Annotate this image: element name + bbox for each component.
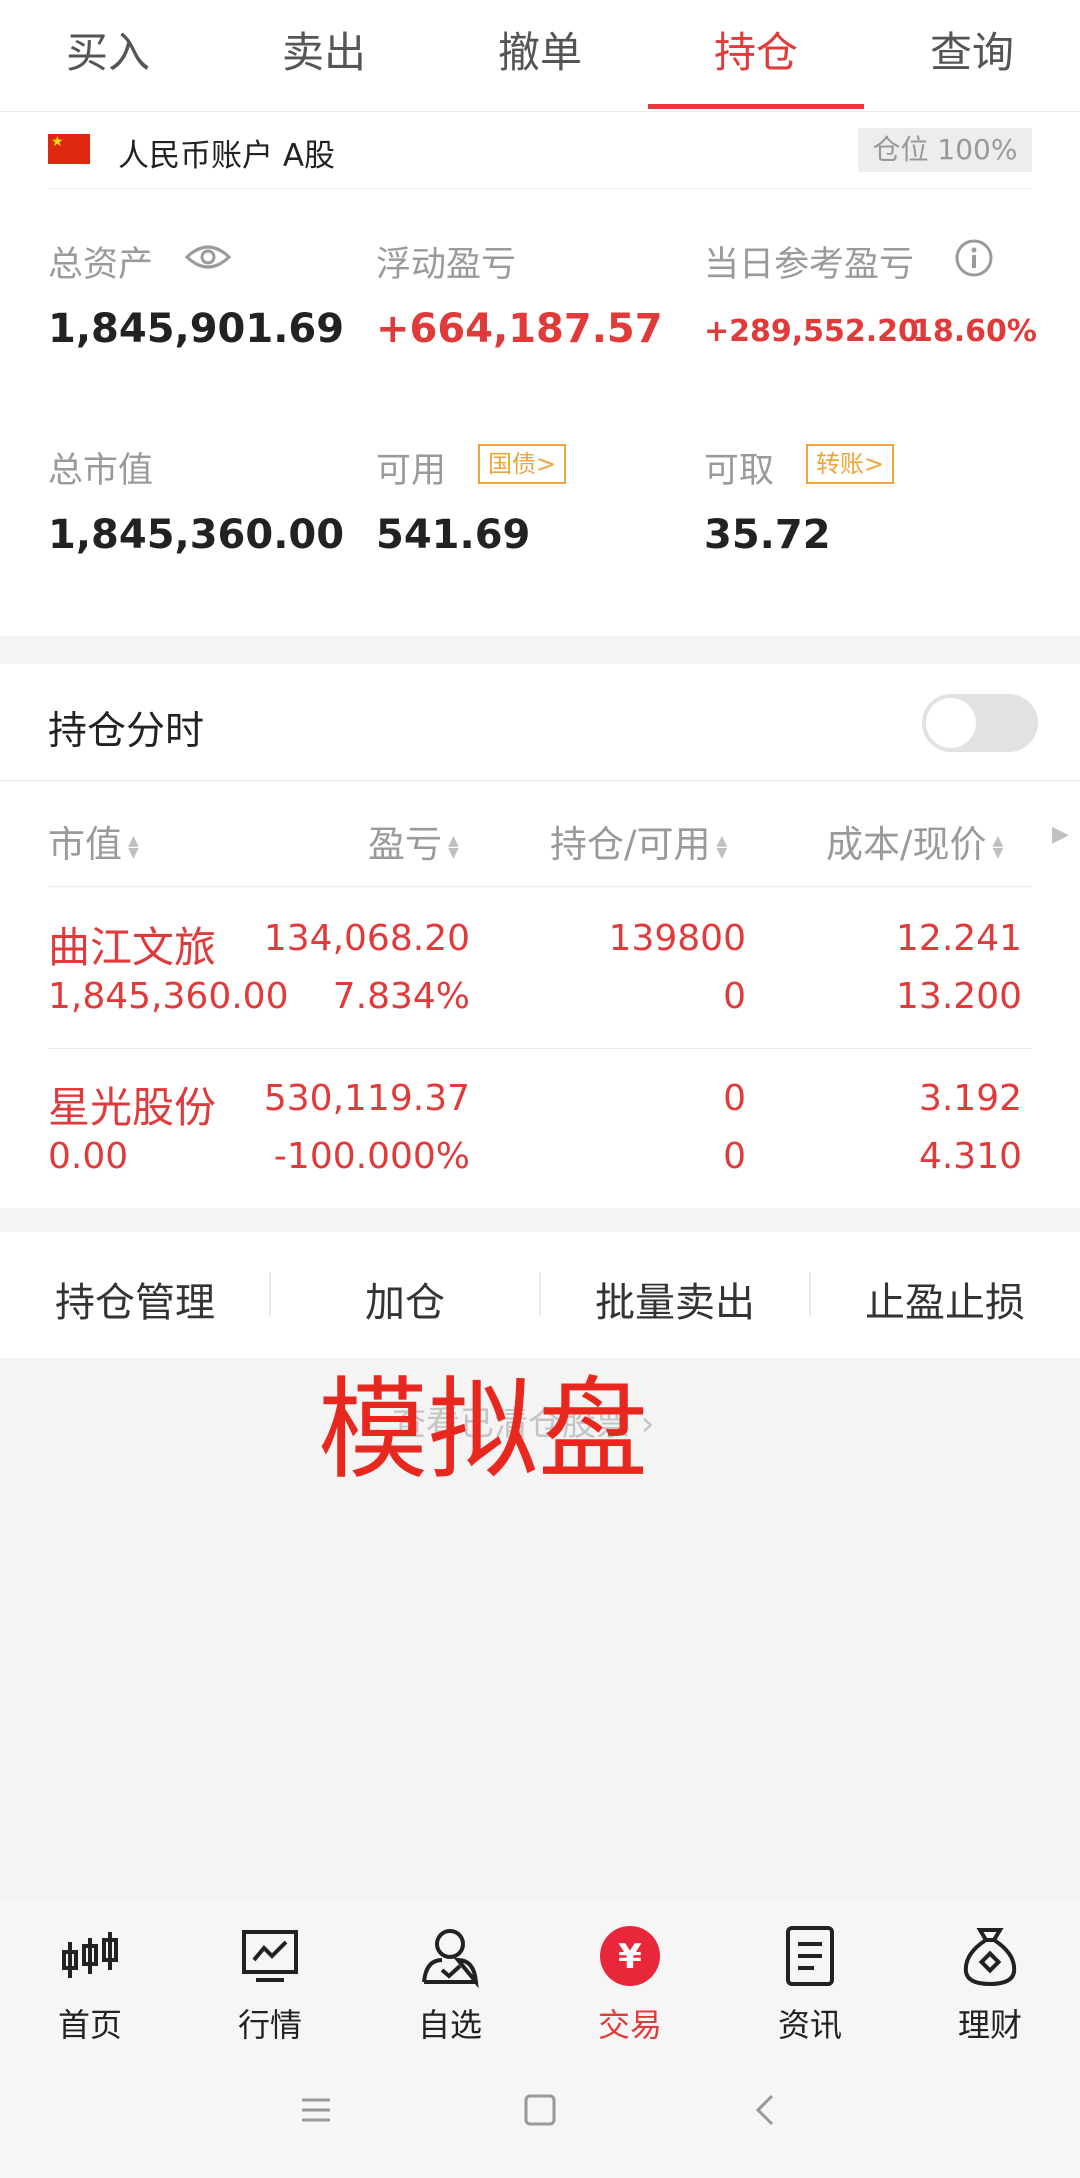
sort-icon: ▲ ▼	[128, 832, 139, 861]
take-profit-stop-loss-button[interactable]: 止盈止损	[810, 1270, 1080, 1328]
cost-price: 12.241	[896, 918, 1022, 959]
tab-sell[interactable]: 卖出	[216, 0, 432, 108]
pl-percent: 7.834%	[332, 976, 470, 1017]
holding-qty: 139800	[608, 918, 746, 959]
account-name[interactable]: 人民币账户 A股	[118, 130, 335, 175]
scroll-right-icon[interactable]: ▶	[1052, 822, 1069, 847]
column-header-pl[interactable]: 盈亏 ▲ ▼	[368, 814, 459, 868]
add-position-button[interactable]: 加仓	[270, 1270, 540, 1328]
sort-icon: ▲ ▼	[992, 832, 1004, 861]
stock-name: 星光股份	[48, 1083, 217, 1132]
available-value: 541.69	[376, 512, 531, 558]
pl-amount: 134,068.20	[263, 918, 470, 959]
divider	[48, 188, 1032, 189]
divider	[0, 780, 1080, 781]
svg-text:¥: ¥	[618, 1937, 642, 1977]
home-square-icon[interactable]	[520, 2090, 560, 2130]
current-price: 4.310	[918, 1136, 1022, 1177]
active-tab-indicator	[648, 104, 864, 109]
column-header-holding[interactable]: 持仓/可用 ▲ ▼	[550, 814, 727, 868]
nav-market-label: 行情	[237, 2006, 302, 2044]
position-ratio-badge: 仓位 100%	[858, 128, 1032, 172]
nav-watchlist[interactable]	[360, 1924, 540, 1992]
sort-icon: ▲ ▼	[448, 832, 459, 861]
floating-pl-label: 浮动盈亏	[376, 245, 517, 285]
tab-buy[interactable]: 买入	[0, 0, 216, 108]
available-qty: 0	[723, 976, 746, 1017]
tab-cancel-order[interactable]: 撤单	[432, 0, 648, 108]
china-flag-icon: ★	[48, 134, 90, 164]
daily-pl-percent: 18.60%	[912, 314, 1037, 349]
withdrawable-value: 35.72	[704, 512, 831, 558]
document-icon	[786, 1926, 834, 1986]
watermark-text: 模拟盘	[318, 1366, 648, 1494]
money-bag-icon	[963, 1928, 1017, 1987]
position-management-button[interactable]: 持仓管理	[0, 1270, 270, 1328]
divider	[48, 1048, 1032, 1049]
total-assets-value: 1,845,901.69	[48, 306, 345, 352]
floating-pl-value: +664,187.57	[376, 306, 663, 352]
market-value: 0.00	[48, 1136, 129, 1177]
eye-icon[interactable]	[184, 240, 232, 274]
tab-query[interactable]: 查询	[864, 0, 1080, 108]
nav-trade-label: 交易	[597, 2006, 662, 2044]
holding-qty: 0	[723, 1078, 746, 1119]
divider	[48, 886, 1032, 887]
menu-icon[interactable]	[296, 2090, 336, 2130]
pl-percent: -100.000%	[273, 1136, 470, 1177]
nav-home-label: 首页	[57, 2006, 122, 2044]
position-intraday-toggle[interactable]	[922, 694, 1038, 752]
withdrawable-label: 可取	[704, 451, 775, 491]
total-assets-label: 总资产	[48, 245, 154, 285]
nav-news-label: 资讯	[777, 2006, 842, 2044]
yuan-coin-icon: ¥	[600, 1926, 660, 1986]
toggle-knob	[926, 698, 976, 748]
stock-name: 曲江文旅	[48, 923, 217, 972]
market-value-label: 总市值	[48, 451, 154, 491]
position-intraday-label: 持仓分时	[48, 709, 205, 754]
candlestick-icon	[62, 1932, 118, 1978]
nav-wealth[interactable]	[900, 1924, 1080, 1992]
nav-news[interactable]	[720, 1924, 900, 1992]
column-header-cost-price[interactable]: 成本/现价 ▲ ▼	[826, 814, 1003, 868]
tab-positions[interactable]: 持仓	[648, 0, 864, 108]
nav-market[interactable]	[180, 1924, 360, 1992]
cost-price: 3.192	[918, 1078, 1022, 1119]
nav-trade[interactable]: ¥	[540, 1924, 720, 1992]
pl-amount: 530,119.37	[263, 1078, 470, 1119]
available-qty: 0	[723, 1136, 746, 1177]
user-check-icon	[422, 1929, 479, 1989]
market-value-value: 1,845,360.00	[48, 512, 345, 558]
batch-sell-button[interactable]: 批量卖出	[540, 1270, 810, 1328]
trend-chart-icon	[242, 1930, 298, 1982]
treasury-bond-tag[interactable]: 国债>	[478, 444, 567, 484]
top-tab-bar: 买入 卖出 撤单 持仓 查询	[0, 0, 1080, 112]
nav-wealth-label: 理财	[957, 2006, 1022, 2044]
daily-pl-label: 当日参考盈亏	[704, 245, 915, 285]
daily-pl-value: +289,552.20	[704, 314, 919, 349]
transfer-tag[interactable]: 转账>	[806, 444, 895, 484]
nav-home[interactable]	[0, 1924, 180, 1992]
back-icon[interactable]	[746, 2090, 786, 2130]
available-label: 可用	[376, 451, 447, 491]
sort-icon: ▲ ▼	[716, 832, 728, 861]
column-header-market-value[interactable]: 市值 ▲ ▼	[48, 814, 139, 868]
info-icon[interactable]	[954, 238, 994, 278]
current-price: 13.200	[896, 976, 1022, 1017]
nav-watchlist-label: 自选	[417, 2006, 482, 2044]
